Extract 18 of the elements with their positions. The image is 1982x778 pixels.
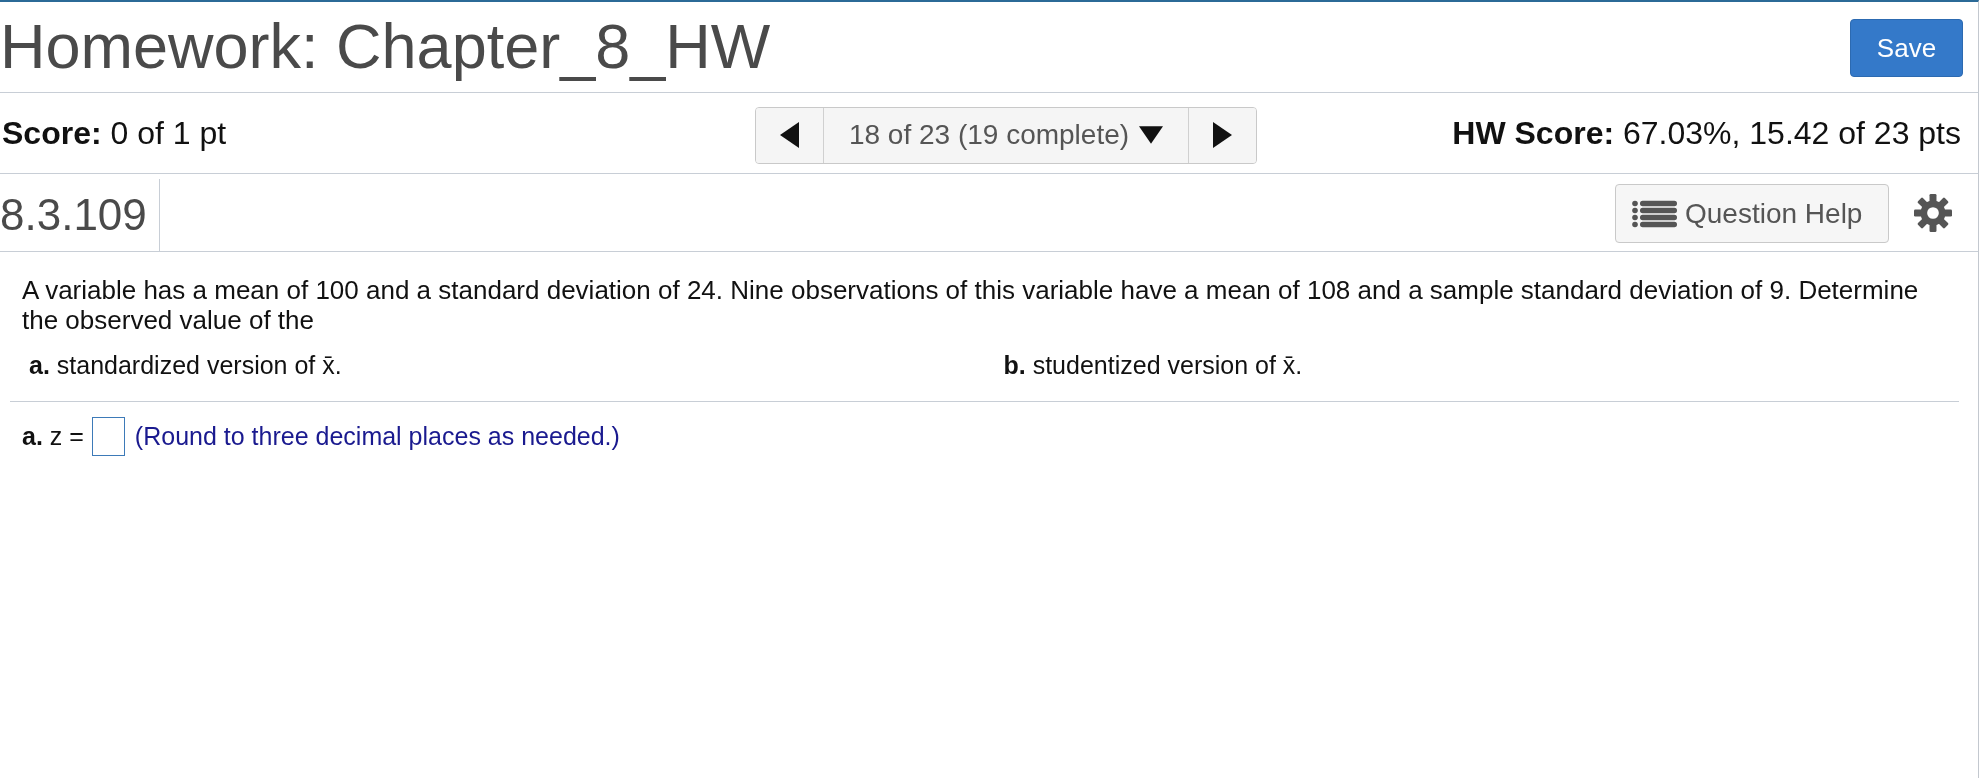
question-number: 8.3.109 [0, 191, 147, 240]
score-text: Score: 0 of 1 pt [2, 114, 227, 151]
question-part-text: a. standardized version of x̄. [29, 351, 342, 379]
hw-score-text: HW Score: 67.03%, 15.42 of 23 pts [1452, 114, 1961, 152]
list-icon [1632, 199, 1677, 228]
save-button[interactable]: Save [1850, 19, 1963, 77]
settings-icon[interactable] [1914, 193, 1952, 232]
question-part-text: b. studentized version of x̄. [1003, 351, 1303, 379]
question-help-button[interactable]: Question Help [1615, 184, 1889, 243]
left-triangle-icon [780, 122, 799, 148]
homework-title: Homework: Chapter_8_HW [0, 12, 771, 82]
question-text: A variable has a mean of 100 and a standard deviation of 24. Nine observations of this variable have a mean of 108 and a sample standard deviation of 9. Determine the observed value of the [22, 275, 1920, 335]
right-triangle-icon [1213, 122, 1232, 148]
answer-input[interactable] [91, 417, 125, 456]
previous-button[interactable] [756, 107, 824, 163]
caret-icon [1139, 126, 1164, 144]
rounding-hint: (Round to three decimal places as needed.) [134, 422, 620, 451]
answer-label: a. z = [22, 422, 84, 451]
